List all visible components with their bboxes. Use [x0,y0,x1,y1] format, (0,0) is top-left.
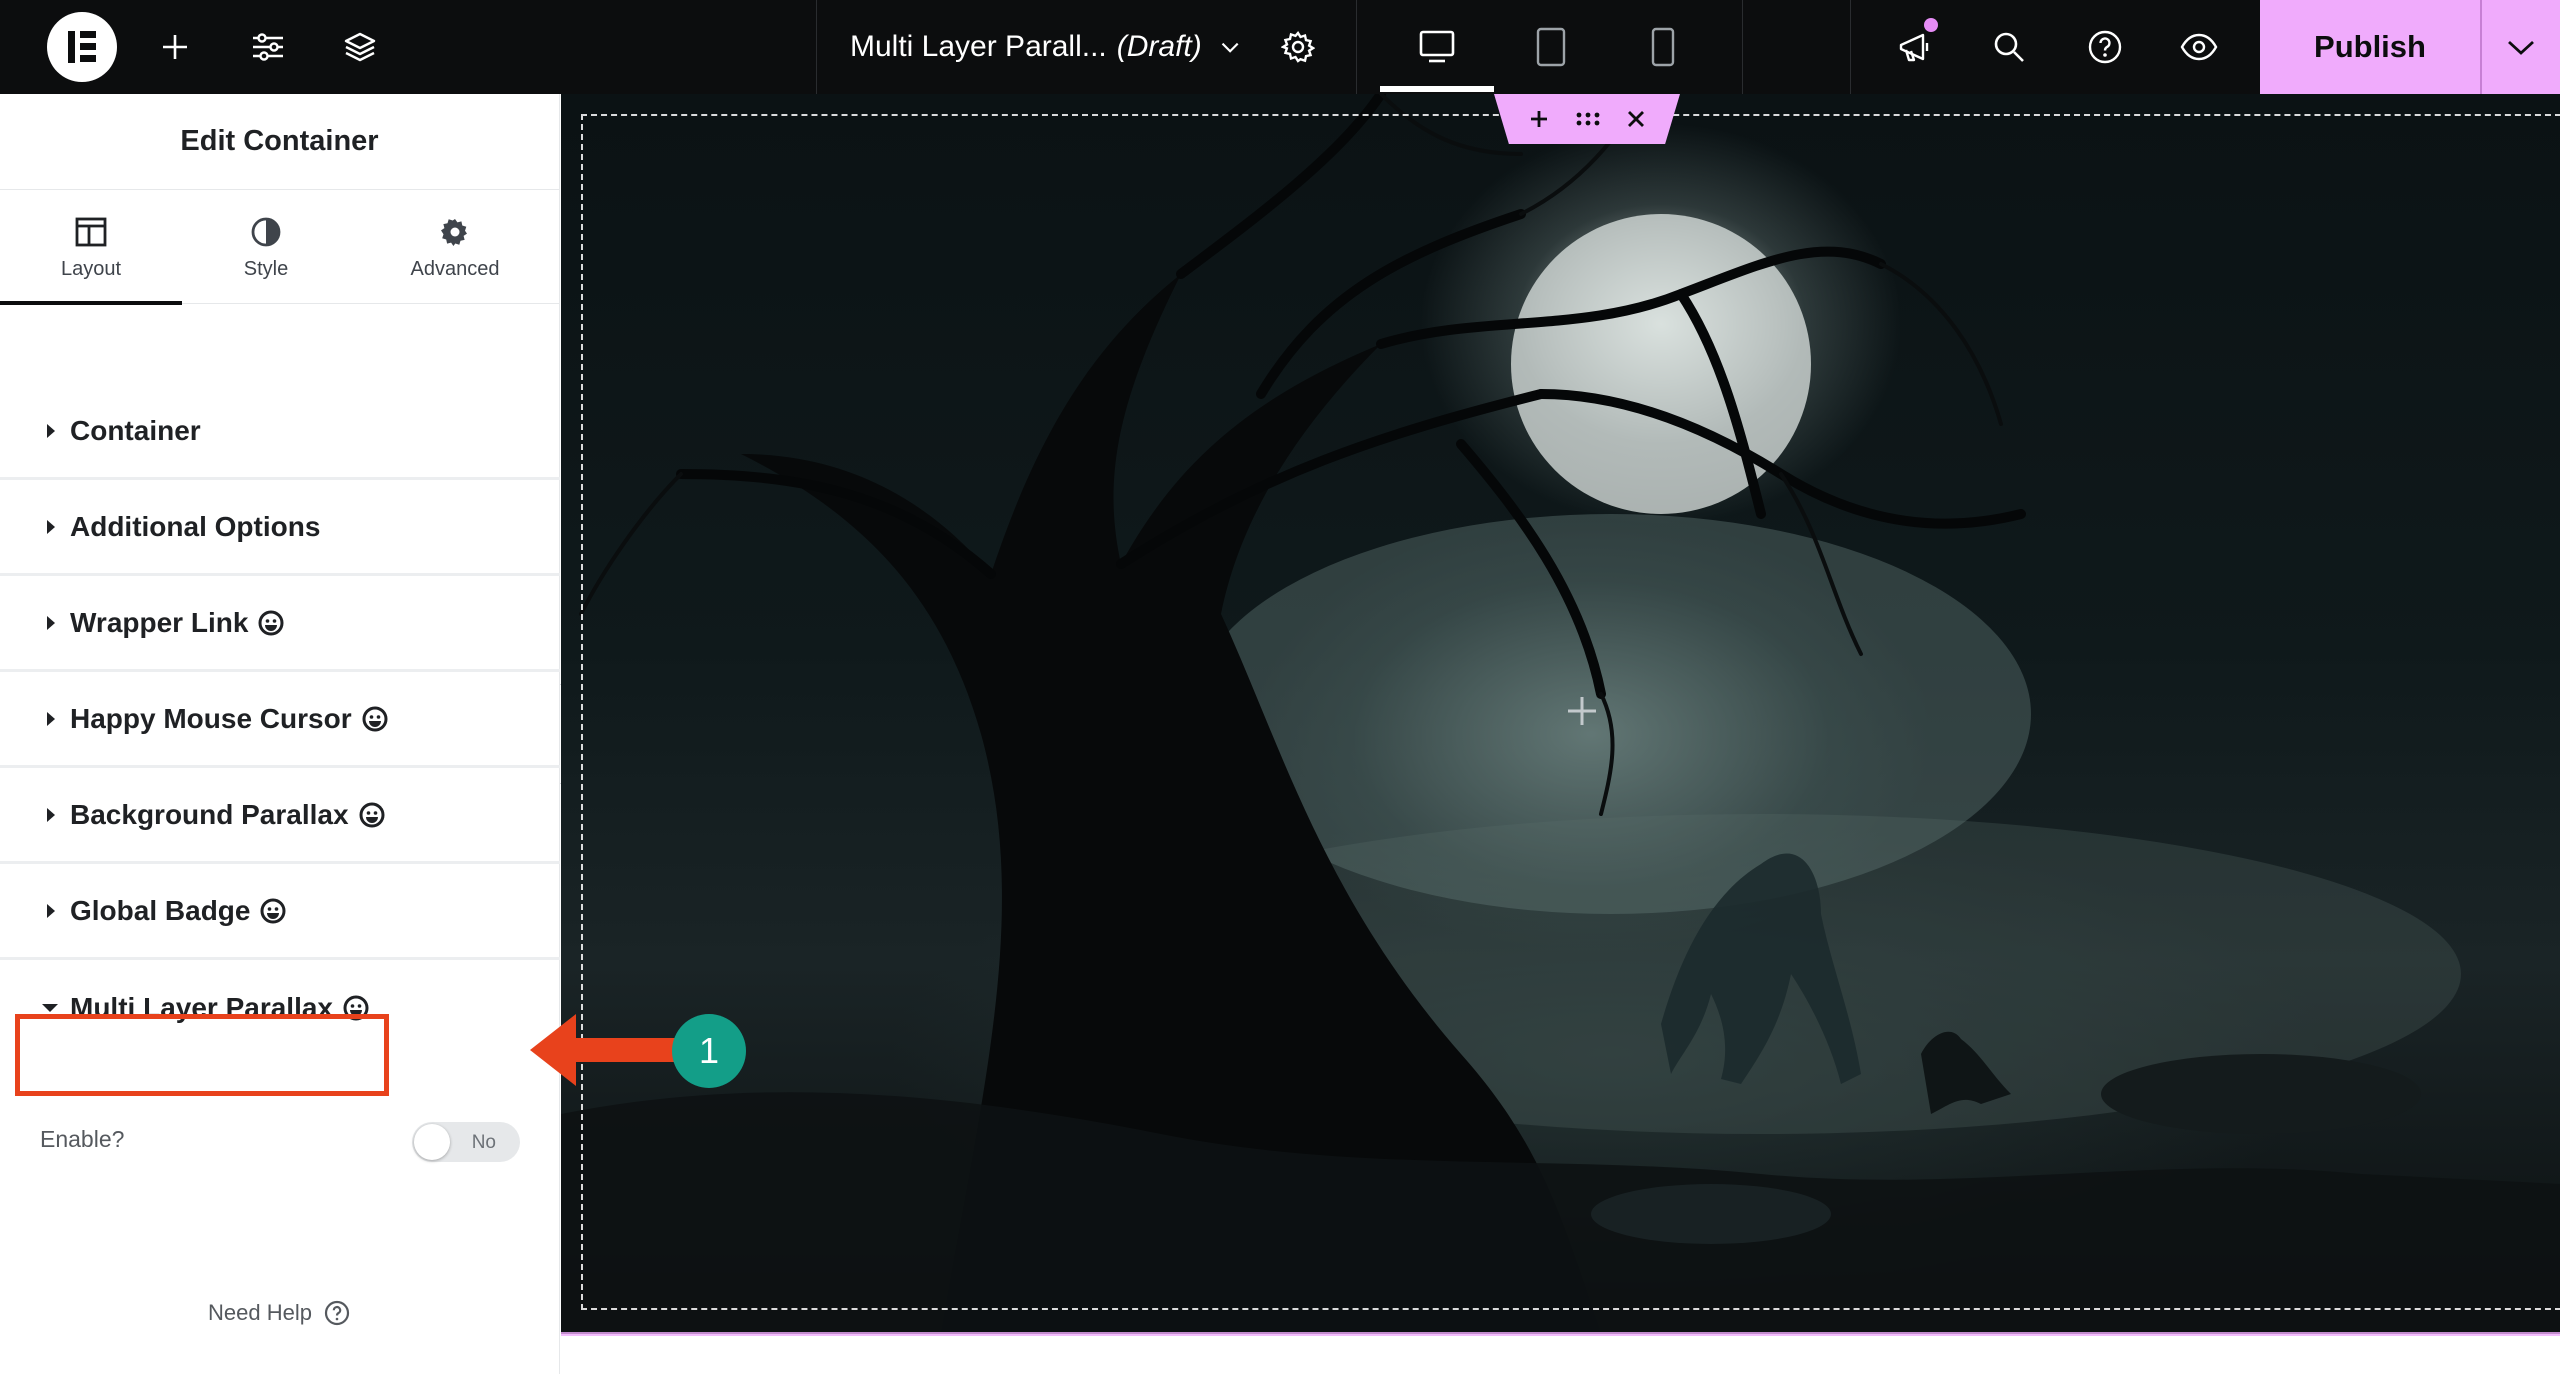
caret-right-icon [47,519,55,534]
layers-icon [344,32,376,62]
gear-icon [441,218,467,246]
search-icon [1994,32,2024,62]
columns-icon [75,217,107,246]
mobile-view-button[interactable] [1620,0,1706,94]
annotation-step-badge: 1 [672,1014,746,1088]
document-title: Multi Layer Parall... [850,30,1107,63]
plus-icon [1531,111,1547,127]
structure-button[interactable] [340,0,380,94]
toggle-state-label: No [471,1132,496,1153]
plus-icon [163,35,187,59]
toggle-knob [414,1124,450,1160]
document-title-dropdown[interactable]: Multi Layer Parall... (Draft) [850,0,1240,94]
search-button[interactable] [1984,0,2034,94]
need-help-label: Need Help [208,1300,312,1325]
happy-addons-icon [258,610,284,636]
caret-down-icon [42,1004,58,1012]
enable-toggle[interactable]: No [412,1122,520,1162]
section-wrapper-link[interactable]: Wrapper Link [0,576,560,672]
document-status: (Draft) [1116,30,1202,63]
panel-title: Edit Container [0,94,559,190]
notification-dot [1924,18,1938,32]
happy-addons-icon [260,898,286,924]
active-device-indicator [1380,86,1494,92]
section-label: Container [70,414,201,446]
enable-label: Enable? [40,1126,125,1152]
site-settings-button[interactable] [248,0,288,94]
container-handle [1494,94,1680,144]
need-help-link[interactable]: Need Help [208,1300,350,1326]
elementor-logo-icon [47,12,117,82]
desktop-icon [1419,30,1455,63]
help-icon [324,1300,350,1326]
gear-icon [1281,30,1315,63]
help-button[interactable] [2080,0,2130,94]
divider [1356,0,1357,94]
add-element-canvas-button[interactable] [1565,694,1599,733]
help-icon [2088,30,2122,64]
caret-right-icon [47,903,55,918]
happy-addons-icon [362,706,388,732]
close-icon [1628,111,1644,127]
tab-style[interactable]: Style [182,190,350,304]
section-label: Wrapper Link [70,606,249,638]
half-circle-icon [251,217,281,246]
section-background-parallax[interactable]: Background Parallax [0,768,560,864]
caret-right-icon [47,807,55,822]
section-additional-options[interactable]: Additional Options [0,480,560,576]
add-container-button[interactable] [1529,109,1549,129]
eye-icon [2180,33,2218,61]
active-tab-indicator [0,301,182,305]
annotation-arrow-icon [530,1014,675,1086]
divider [816,0,817,94]
divider [1850,0,1851,94]
tab-advanced-label: Advanced [410,257,500,280]
panel-tabs: Layout Style Advanced [0,190,559,305]
section-label: Happy Mouse Cursor [70,702,352,734]
tablet-view-button[interactable] [1508,0,1594,94]
plus-icon [1568,697,1596,725]
publish-button[interactable]: Publish [2260,0,2480,94]
tab-layout-label: Layout [60,257,122,280]
section-label: Additional Options [70,510,321,542]
section-happy-mouse-cursor[interactable]: Happy Mouse Cursor [0,672,560,768]
chevron-down-icon [2508,40,2534,55]
delete-container-button[interactable] [1627,110,1645,128]
publish-options-button[interactable] [2480,0,2560,94]
happy-addons-icon [359,802,385,828]
tab-style-label: Style [243,257,289,280]
megaphone-icon [1899,33,1929,62]
desktop-view-button[interactable] [1394,0,1480,94]
tab-advanced[interactable]: Advanced [360,190,550,304]
annotation-highlight-box [15,1014,389,1096]
divider [1742,0,1743,94]
caret-right-icon [47,423,55,438]
dark-forest-scene-image [561,94,2560,1334]
elementor-logo-button[interactable] [46,0,118,94]
sliders-icon [253,33,283,61]
top-bar: Multi Layer Parall... (Draft) Publish [0,0,2560,94]
caret-right-icon [47,615,55,630]
tablet-icon [1536,27,1566,67]
preview-canvas[interactable] [561,94,2560,1334]
chevron-down-icon [1221,42,1239,53]
drag-container-button[interactable] [1575,110,1601,128]
add-element-button[interactable] [155,0,195,94]
section-global-badge[interactable]: Global Badge [0,864,560,960]
drag-handle-icon [1576,112,1600,126]
tab-layout[interactable]: Layout [0,190,182,305]
edit-panel: Edit Container Layout Style Advanced Con… [0,94,560,1374]
section-label: Background Parallax [70,798,349,830]
canvas-empty-area [561,1336,2560,1374]
section-label: Global Badge [70,894,251,926]
notifications-button[interactable] [1890,0,1940,94]
preview-button[interactable] [2174,0,2224,94]
page-settings-button[interactable] [1278,0,1318,94]
mobile-icon [1651,27,1675,67]
caret-right-icon [47,711,55,726]
section-container[interactable]: Container [0,384,560,480]
